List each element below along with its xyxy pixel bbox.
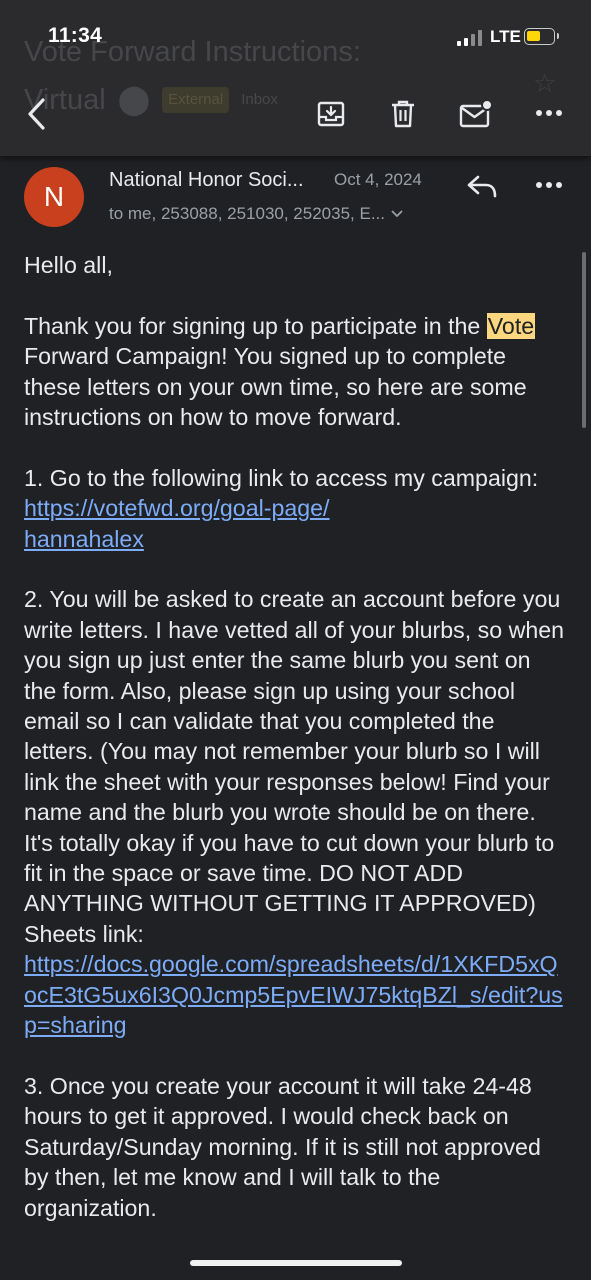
recipients-toggle[interactable]: to me, 253088, 251030, 252035, E... bbox=[109, 201, 403, 227]
star-icon[interactable]: ☆ bbox=[533, 68, 556, 99]
greeting: Hello all, bbox=[24, 252, 113, 278]
archive-button[interactable] bbox=[310, 93, 352, 135]
back-button[interactable] bbox=[16, 92, 56, 136]
mark-unread-button[interactable] bbox=[455, 93, 497, 135]
step-2-text: 2. You will be asked to create an accoun… bbox=[24, 586, 565, 917]
signal-strength-icon bbox=[457, 30, 485, 46]
archive-icon bbox=[317, 101, 345, 127]
status-time: 11:34 bbox=[48, 24, 103, 47]
inbox-label: Inbox bbox=[241, 91, 278, 108]
top-app-bar: Vote Forward Instructions: Virtual ⬤ Ext… bbox=[0, 0, 591, 156]
chevron-down-icon bbox=[391, 210, 403, 218]
battery-icon bbox=[524, 28, 559, 45]
mail-unread-icon bbox=[459, 99, 493, 128]
more-horizontal-icon bbox=[536, 182, 562, 188]
reply-button[interactable] bbox=[462, 168, 502, 204]
search-highlight: Vote bbox=[486, 312, 536, 339]
more-options-button[interactable] bbox=[528, 98, 570, 128]
campaign-link[interactable]: https://votefwd.org/goal-page/hannahalex bbox=[24, 495, 330, 551]
step-2-paragraph: 2. You will be asked to create an accoun… bbox=[24, 584, 569, 1040]
sheets-link[interactable]: https://docs.google.com/spreadsheets/d/1… bbox=[24, 951, 563, 1038]
sender-avatar[interactable]: N bbox=[24, 167, 84, 227]
recipients-text: to me, 253088, 251030, 252035, E... bbox=[109, 204, 385, 223]
step-1-paragraph: 1. Go to the following link to access my… bbox=[24, 463, 569, 554]
delete-button[interactable] bbox=[382, 93, 424, 135]
reply-icon bbox=[467, 175, 497, 198]
chevron-left-icon bbox=[28, 98, 45, 130]
message-date: Oct 4, 2024 bbox=[334, 170, 422, 189]
message-more-button[interactable] bbox=[528, 170, 570, 200]
message-body: Hello all, Thank you for signing up to p… bbox=[24, 250, 569, 1253]
home-indicator[interactable] bbox=[190, 1260, 402, 1266]
intro-text: Thank you for signing up to participate … bbox=[24, 312, 487, 339]
network-type: LTE bbox=[490, 27, 521, 46]
sender-name[interactable]: National Honor Soci... bbox=[109, 167, 324, 193]
step-3-paragraph: 3. Once you create your account it will … bbox=[24, 1072, 541, 1221]
more-horizontal-icon bbox=[536, 110, 562, 116]
intro-paragraph: Thank you for signing up to participate … bbox=[24, 311, 569, 433]
trash-icon bbox=[392, 100, 414, 128]
intro-text-cont: Forward Campaign! You signed up to compl… bbox=[24, 343, 527, 431]
step-1-text: 1. Go to the following link to access my… bbox=[24, 464, 539, 491]
scrollbar[interactable] bbox=[582, 252, 586, 428]
label-tag-icon: ⬤ bbox=[117, 84, 151, 116]
sheets-label: Sheets link: bbox=[24, 920, 144, 947]
external-badge: External bbox=[162, 87, 230, 113]
